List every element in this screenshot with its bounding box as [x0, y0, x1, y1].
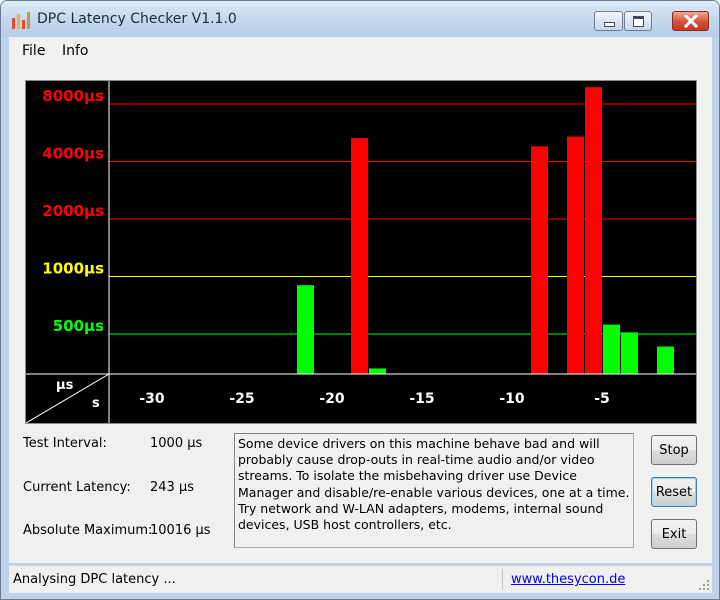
reset-button[interactable]: Reset	[651, 477, 697, 507]
absolute-maximum-label: Absolute Maximum:	[23, 523, 153, 538]
x-tick-label: -25	[229, 391, 254, 407]
main-panel: 16000µs8000µs4000µs2000µs1000µs500µs -30…	[9, 63, 712, 563]
latency-bar	[657, 346, 674, 374]
latency-bar	[531, 146, 548, 374]
test-interval-label: Test Interval:	[23, 436, 107, 451]
status-bar: Analysing DPC latency ... www.thesycon.d…	[9, 565, 712, 593]
app-window: DPC Latency Checker V1.1.0 File Info 160…	[0, 0, 720, 600]
y-tick-label: 1000µs	[42, 260, 104, 278]
window-title: DPC Latency Checker V1.1.0	[37, 11, 237, 27]
status-separator	[502, 569, 503, 590]
website-link[interactable]: www.thesycon.de	[511, 572, 625, 587]
test-interval-value: 1000 µs	[150, 436, 203, 451]
latency-bar	[603, 324, 620, 374]
x-unit-label: s	[92, 396, 100, 411]
current-latency-label: Current Latency:	[23, 480, 131, 495]
status-text: Analysing DPC latency ...	[13, 572, 176, 587]
x-tick-label: -20	[319, 391, 345, 407]
minimize-icon	[604, 22, 615, 27]
x-tick-label: -10	[499, 391, 525, 407]
close-button[interactable]	[672, 11, 709, 31]
latency-chart: 16000µs8000µs4000µs2000µs1000µs500µs -30…	[25, 80, 697, 424]
latency-bar	[567, 136, 584, 374]
y-tick-label: 8000µs	[42, 87, 104, 105]
title-bar[interactable]: DPC Latency Checker V1.1.0	[1, 1, 719, 37]
latency-bar	[369, 368, 386, 374]
x-tick-label: -5	[594, 391, 610, 407]
maximize-button[interactable]	[624, 11, 652, 31]
y-tick-label: 2000µs	[42, 202, 104, 220]
menu-bar: File Info	[9, 37, 712, 63]
app-icon	[12, 12, 30, 29]
y-unit-label: µs	[56, 378, 74, 393]
exit-button[interactable]: Exit	[651, 519, 697, 549]
stop-button[interactable]: Stop	[651, 435, 697, 465]
menu-file[interactable]: File	[22, 43, 45, 59]
current-latency-value: 243 µs	[150, 480, 194, 495]
latency-bar	[351, 138, 368, 374]
x-tick-label: -30	[139, 391, 165, 407]
close-icon	[684, 15, 698, 28]
absolute-maximum-value: 10016 µs	[150, 523, 211, 538]
menu-info[interactable]: Info	[62, 43, 89, 59]
latency-bar	[297, 285, 314, 374]
x-tick-label: -15	[409, 391, 434, 407]
minimize-button[interactable]	[594, 11, 623, 31]
latency-bar	[585, 87, 602, 375]
resize-grip-icon[interactable]	[698, 579, 710, 591]
y-tick-label: 4000µs	[42, 145, 104, 163]
maximize-icon	[633, 16, 644, 27]
message-box: Some device drivers on this machine beha…	[234, 433, 634, 548]
y-tick-label: 500µs	[53, 317, 104, 335]
latency-bar	[621, 332, 638, 374]
